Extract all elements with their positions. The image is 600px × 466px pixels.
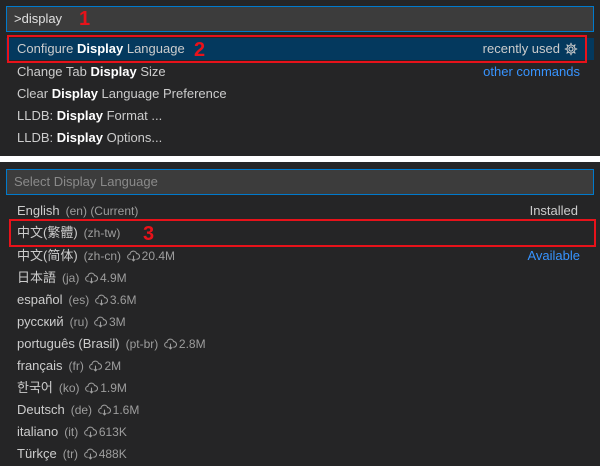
language-option[interactable]: italiano (it) 613K <box>6 421 594 443</box>
cloud-download-icon <box>83 448 97 460</box>
language-name: Deutsch <box>17 402 65 417</box>
search-placeholder: Select Display Language <box>14 174 158 189</box>
command-lldb-display-options[interactable]: LLDB: Display Options... <box>6 127 594 149</box>
language-name: 한국어 <box>17 380 53 395</box>
language-option[interactable]: español (es) 3.6M <box>6 289 594 311</box>
command-palette: >display Configure Display Language rece… <box>0 0 600 156</box>
download-count: 20.4M <box>126 249 175 263</box>
language-option[interactable]: français (fr) 2M <box>6 355 594 377</box>
cloud-download-icon <box>97 404 111 416</box>
language-code: (zh-cn) <box>83 249 122 263</box>
cloud-download-icon <box>83 426 97 438</box>
annotation-number-3: 3 <box>143 223 155 245</box>
language-name: English <box>17 203 60 218</box>
cloud-download-icon <box>94 316 107 328</box>
language-code: (de) <box>70 403 93 417</box>
cloud-download-icon <box>85 272 98 284</box>
command-label: Change Tab Display Size <box>17 64 166 79</box>
annotation-number-2: 2 <box>194 39 206 61</box>
highlight-box-3 <box>9 219 596 247</box>
language-search-input[interactable]: Select Display Language <box>6 169 594 195</box>
command-palette-input[interactable]: >display <box>6 6 594 32</box>
language-name: 中文(简体) <box>17 248 78 263</box>
command-lldb-display-format[interactable]: LLDB: Display Format ... <box>6 105 594 127</box>
cloud-download-icon <box>89 360 103 372</box>
download-count: 4.9M <box>85 271 127 285</box>
language-name: português (Brasil) <box>17 336 120 351</box>
language-name: français <box>17 358 63 373</box>
download-count: 613K <box>83 425 127 439</box>
command-label: Clear Display Language Preference <box>17 86 227 101</box>
language-picker: Select Display Language English (en) (Cur… <box>0 162 600 466</box>
cloud-download-icon <box>126 250 140 262</box>
command-label: LLDB: Display Format ... <box>17 108 163 123</box>
language-option[interactable]: 中文(简体) (zh-cn) 20.4M Available <box>6 245 594 267</box>
language-name: 日本語 <box>17 270 57 285</box>
language-name: español <box>17 292 63 307</box>
highlight-box-2 <box>7 35 587 63</box>
download-count: 1.6M <box>97 403 139 417</box>
language-name: italiano <box>17 424 59 439</box>
command-change-tab-display-size[interactable]: Change Tab Display Size other commands <box>6 61 594 83</box>
language-option[interactable]: Türkçe (tr) 488K <box>6 443 594 465</box>
language-code: (ko) <box>58 381 80 395</box>
language-status: Available <box>527 248 580 263</box>
cloud-download-icon <box>164 338 177 350</box>
cloud-download-icon <box>85 382 99 394</box>
language-code: (tr) <box>62 447 79 461</box>
annotation-number-1: 1 <box>79 8 91 30</box>
language-code: (es) <box>68 293 90 307</box>
language-option[interactable]: português (Brasil) (pt-br) 2.8M <box>6 333 594 355</box>
download-count: 3.6M <box>94 293 137 307</box>
language-option[interactable]: 日本語 (ja) 4.9M <box>6 267 594 289</box>
language-code: (fr) <box>68 359 84 373</box>
language-option[interactable]: 한국어 (ko) 1.9M <box>6 377 594 399</box>
language-code: (ja) <box>62 271 80 285</box>
download-count: 3M <box>94 315 126 329</box>
command-label: LLDB: Display Options... <box>17 130 163 145</box>
other-commands-link[interactable]: other commands <box>483 61 580 83</box>
language-name: Türkçe <box>17 446 57 461</box>
download-count: 2M <box>89 359 121 373</box>
cloud-download-icon <box>94 294 108 306</box>
download-count: 1.9M <box>85 381 127 395</box>
language-code: (it) <box>64 425 79 439</box>
command-clear-display-language-preference[interactable]: Clear Display Language Preference <box>6 83 594 105</box>
language-code: (pt-br) <box>125 337 159 351</box>
language-name: русский <box>17 314 64 329</box>
download-count: 2.8M <box>164 337 206 351</box>
language-code: (ru) <box>69 315 89 329</box>
language-option[interactable]: русский (ru) 3M <box>6 311 594 333</box>
language-option[interactable]: Deutsch (de) 1.6M <box>6 399 594 421</box>
download-count: 488K <box>83 447 127 461</box>
language-code: (en) (Current) <box>65 204 139 218</box>
